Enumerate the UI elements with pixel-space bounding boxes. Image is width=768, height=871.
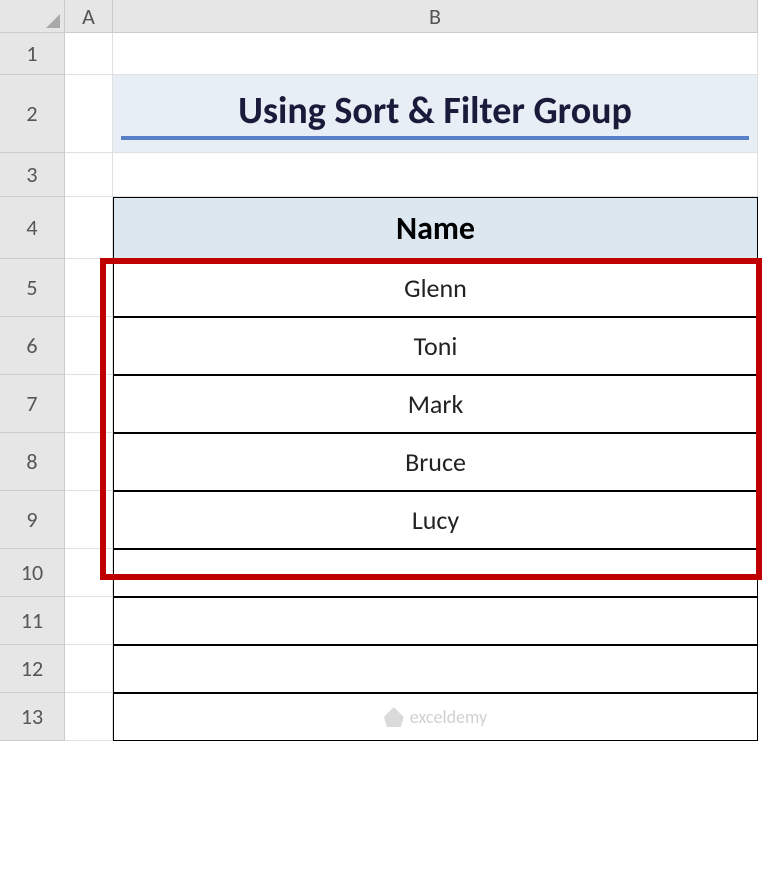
column-headers: A B bbox=[65, 0, 768, 33]
table-empty-cell[interactable]: exceldemy bbox=[113, 693, 758, 741]
table-data-cell[interactable]: Glenn bbox=[113, 259, 758, 317]
table-empty-cell[interactable] bbox=[113, 645, 758, 693]
cell-value: Bruce bbox=[405, 446, 466, 478]
title-cell[interactable]: Using Sort & Filter Group bbox=[113, 75, 758, 153]
row-label: 4 bbox=[26, 214, 37, 241]
table-empty-cell[interactable] bbox=[113, 549, 758, 597]
cell[interactable] bbox=[113, 33, 758, 75]
cell-value: Glenn bbox=[404, 272, 467, 304]
row-label: 13 bbox=[21, 703, 43, 730]
cell-value: Lucy bbox=[412, 504, 459, 536]
table-empty-cell[interactable] bbox=[113, 597, 758, 645]
cell[interactable] bbox=[65, 153, 113, 197]
cell[interactable] bbox=[65, 693, 113, 741]
row-label: 9 bbox=[26, 506, 37, 533]
cell[interactable] bbox=[65, 33, 113, 75]
cell-value: Toni bbox=[414, 330, 458, 362]
row-header[interactable]: 7 bbox=[0, 375, 65, 433]
table-header-text: Name bbox=[396, 209, 475, 248]
col-label: A bbox=[82, 3, 95, 30]
row-headers: 1 2 3 4 5 6 7 8 9 10 11 12 13 bbox=[0, 33, 65, 741]
table-data-cell[interactable]: Bruce bbox=[113, 433, 758, 491]
select-all-corner[interactable] bbox=[0, 0, 65, 33]
row-header[interactable]: 2 bbox=[0, 75, 65, 153]
row-label: 7 bbox=[26, 390, 37, 417]
row-header[interactable]: 13 bbox=[0, 693, 65, 741]
cell[interactable] bbox=[65, 549, 113, 597]
row-header[interactable]: 1 bbox=[0, 33, 65, 75]
watermark-text: exceldemy bbox=[410, 706, 487, 728]
cell[interactable] bbox=[65, 317, 113, 375]
row-header[interactable]: 10 bbox=[0, 549, 65, 597]
cell[interactable] bbox=[65, 597, 113, 645]
watermark-logo-icon bbox=[384, 707, 404, 727]
row-header[interactable]: 4 bbox=[0, 197, 65, 259]
row-header[interactable]: 9 bbox=[0, 491, 65, 549]
row-label: 3 bbox=[26, 161, 37, 188]
table-data-cell[interactable]: Mark bbox=[113, 375, 758, 433]
cell[interactable] bbox=[65, 433, 113, 491]
cell[interactable] bbox=[65, 197, 113, 259]
table-data-cell[interactable]: Lucy bbox=[113, 491, 758, 549]
row-header[interactable]: 3 bbox=[0, 153, 65, 197]
cell-grid: Using Sort & Filter Group Name Glenn Ton… bbox=[65, 33, 758, 741]
col-header-a[interactable]: A bbox=[65, 0, 113, 33]
row-label: 8 bbox=[26, 448, 37, 475]
row-label: 1 bbox=[26, 40, 37, 67]
row-header[interactable]: 11 bbox=[0, 597, 65, 645]
row-header[interactable]: 12 bbox=[0, 645, 65, 693]
col-label: B bbox=[429, 3, 441, 30]
row-header[interactable]: 5 bbox=[0, 259, 65, 317]
row-label: 10 bbox=[21, 559, 43, 586]
cell[interactable] bbox=[65, 645, 113, 693]
cell[interactable] bbox=[65, 259, 113, 317]
row-label: 11 bbox=[21, 607, 43, 634]
cell[interactable] bbox=[65, 75, 113, 153]
row-label: 5 bbox=[26, 274, 37, 301]
row-label: 2 bbox=[26, 100, 37, 127]
title-text: Using Sort & Filter Group bbox=[121, 88, 749, 140]
cell[interactable] bbox=[113, 153, 758, 197]
row-header[interactable]: 6 bbox=[0, 317, 65, 375]
table-data-cell[interactable]: Toni bbox=[113, 317, 758, 375]
table-header-cell[interactable]: Name bbox=[113, 197, 758, 259]
cell[interactable] bbox=[65, 491, 113, 549]
col-header-b[interactable]: B bbox=[113, 0, 758, 33]
row-label: 12 bbox=[21, 655, 43, 682]
row-header[interactable]: 8 bbox=[0, 433, 65, 491]
cell[interactable] bbox=[65, 375, 113, 433]
row-label: 6 bbox=[26, 332, 37, 359]
cell-value: Mark bbox=[408, 388, 464, 420]
watermark: exceldemy bbox=[384, 706, 487, 728]
